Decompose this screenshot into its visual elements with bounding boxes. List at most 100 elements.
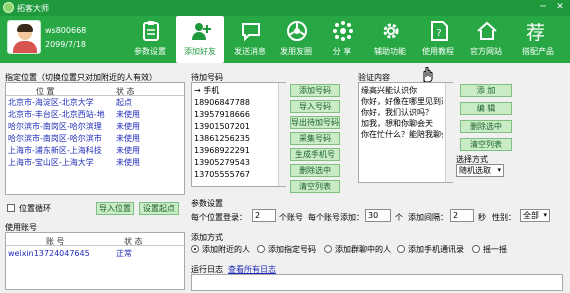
app-logo-icon — [3, 2, 14, 13]
gender-label: 性别： — [492, 213, 516, 222]
list-item[interactable]: 加我，想和你聊会天 — [361, 118, 443, 129]
title-bar: 拓客大师 ─ ✕ — [0, 0, 570, 16]
location-list[interactable]: 位 置 状 态 北京市-海淀区-北京大学 起点 北京市-丰台区-北京西站-地 未使用… — [5, 82, 185, 195]
radio-specified[interactable] — [257, 245, 265, 253]
import-location-button[interactable]: 导入位置 — [96, 202, 134, 215]
add-mode-options: 添加附近的人 添加指定号码 添加群聊中的人 添加手机通讯录 摇一摇 — [191, 243, 561, 255]
gender-select[interactable]: 全部 ▾ — [520, 209, 550, 222]
moments-icon — [287, 21, 307, 41]
per-account-input[interactable]: 30 — [365, 209, 391, 222]
pending-items: → 手机 18906847788 13957918666 13901507201… — [194, 85, 276, 181]
clipboard-icon — [143, 21, 159, 41]
table-row[interactable]: weixin13724047645 正常 — [8, 248, 182, 260]
location-rows: 北京市-海淀区-北京大学 起点 北京市-丰台区-北京西站-地 未使用 哈尔滨市-南岗… — [8, 97, 178, 169]
nav-label: 分 享 — [332, 47, 352, 56]
import-number-button[interactable]: 导入号码 — [290, 100, 340, 113]
nav-label: 使用教程 — [422, 47, 454, 56]
nav-send-message[interactable]: 发送消息 — [226, 16, 274, 63]
pending-scrollbar[interactable] — [278, 83, 286, 186]
table-row[interactable]: 哈尔滨市-南岗区-哈尔滨理 未使用 — [8, 121, 178, 133]
verify-scrollbar[interactable] — [445, 83, 453, 182]
list-item[interactable]: 缘高兴能认识你 — [361, 85, 443, 96]
accounts-list[interactable]: 账 号 状 态 weixin13724047645 正常 — [5, 232, 185, 290]
add-number-button[interactable]: 添加号码 — [290, 84, 340, 97]
add-verify-button[interactable]: 添 加 — [460, 84, 512, 97]
account-date: 2099/7/18 — [45, 40, 87, 49]
nav-label: 参数设置 — [134, 47, 166, 56]
window-title: 拓客大师 — [17, 4, 49, 13]
list-item[interactable]: 13905279543 — [194, 157, 276, 169]
location-loop-checkbox[interactable] — [7, 204, 15, 212]
minimize-button[interactable]: ─ — [537, 2, 549, 13]
nav-label: 搭配产品 — [522, 47, 554, 56]
per-account-unit: 个 — [395, 213, 403, 222]
radio-group[interactable] — [324, 245, 332, 253]
per-account-label: 每个账号添加： — [308, 213, 364, 222]
svg-text:?: ? — [436, 28, 441, 39]
list-item[interactable]: 13901507201 — [194, 121, 276, 133]
nav-label: 添加好友 — [184, 47, 216, 56]
header-toolbar: ws800668 2099/7/18 参数设置 添加好友 发送消息 发朋友圈 分… — [0, 16, 570, 63]
nav-tutorial[interactable]: ? 使用教程 — [414, 16, 462, 63]
share-icon — [333, 21, 353, 41]
list-item[interactable]: 18906847788 — [194, 97, 276, 109]
clear-verify-button[interactable]: 清空列表 — [460, 138, 512, 151]
delete-selected-button[interactable]: 删除选中 — [290, 164, 340, 177]
list-item[interactable]: 13957918666 — [194, 109, 276, 121]
gear-icon — [383, 23, 399, 39]
radio-shake[interactable] — [472, 245, 480, 253]
nav-official-site[interactable]: 官方网站 — [462, 16, 510, 63]
table-row[interactable]: 上海市-宝山区-上海大学 未使用 — [8, 157, 178, 169]
interval-label: 添加间隔： — [408, 213, 448, 222]
list-item[interactable]: 你在忙什么？能陪我聊会吗 — [361, 129, 443, 140]
nav-moments[interactable]: 发朋友圈 — [272, 16, 320, 63]
radio-contacts[interactable] — [397, 245, 405, 253]
per-location-label: 每个位置登录： — [191, 213, 247, 222]
home-icon — [477, 21, 497, 40]
set-start-button[interactable]: 设置起点 — [139, 202, 179, 215]
verify-list[interactable]: 缘高兴能认识你 你好，好像在哪里见到过你 你好，我们认识吗？ 加我，想和你聊会天… — [358, 82, 453, 183]
interval-input[interactable]: 2 — [450, 209, 474, 222]
location-loop-label: 位置循环 — [19, 204, 51, 213]
list-item[interactable]: 13861256235 — [194, 133, 276, 145]
nav-recommend[interactable]: 荐 搭配产品 — [514, 16, 562, 63]
cursor-hand-icon — [423, 67, 433, 83]
pending-list[interactable]: → 手机 18906847788 13957918666 13901507201… — [191, 82, 286, 187]
mode-select[interactable]: 随机选取 ▾ — [456, 164, 504, 177]
table-row[interactable]: 北京市-海淀区-北京大学 起点 — [8, 97, 178, 109]
nav-add-friend[interactable]: 添加好友 — [176, 16, 224, 63]
nav-share[interactable]: 分 享 — [318, 16, 366, 63]
list-item[interactable]: 你好，我们认识吗？ — [361, 107, 443, 118]
radio-label[interactable]: 添加手机通讯录 — [408, 244, 464, 255]
nav-assist[interactable]: 辅助功能 — [366, 16, 414, 63]
export-pending-button[interactable]: 导出待加号码 — [290, 116, 340, 129]
delete-verify-button[interactable]: 删除选中 — [460, 120, 512, 133]
list-item[interactable]: 你好，好像在哪里见到过你 — [361, 96, 443, 107]
account-name: ws800668 — [45, 26, 87, 35]
radio-label[interactable]: 添加附近的人 — [202, 244, 250, 255]
interval-unit: 秒 — [478, 213, 486, 222]
radio-label[interactable]: 添加指定号码 — [268, 244, 316, 255]
chat-icon — [242, 23, 260, 42]
clear-list-button[interactable]: 清空列表 — [290, 180, 340, 193]
radio-label[interactable]: 添加群聊中的人 — [335, 244, 391, 255]
edit-verify-button[interactable]: 编 辑 — [460, 102, 512, 115]
log-area[interactable] — [191, 274, 563, 291]
close-button[interactable]: ✕ — [554, 2, 566, 13]
per-location-input[interactable]: 2 — [252, 209, 276, 222]
nav-label: 发送消息 — [234, 47, 266, 56]
table-row[interactable]: 北京市-丰台区-北京西站-地 未使用 — [8, 109, 178, 121]
list-item[interactable]: 13705555767 — [194, 169, 276, 181]
table-row[interactable]: 哈尔滨市-南岗区-哈尔滨市 未使用 — [8, 133, 178, 145]
help-icon: ? — [431, 21, 448, 41]
params-title: 参数设置 — [191, 199, 223, 208]
generate-phone-button[interactable]: 生成手机号 — [290, 148, 340, 161]
list-item[interactable]: → 手机 — [194, 85, 276, 97]
radio-nearby[interactable] — [191, 245, 199, 253]
nav-param-settings[interactable]: 参数设置 — [126, 16, 174, 63]
collect-number-button[interactable]: 采集号码 — [290, 132, 340, 145]
table-row[interactable]: 上海市-浦东新区-上海科技 未使用 — [8, 145, 178, 157]
radio-label[interactable]: 摇一摇 — [483, 244, 507, 255]
list-item[interactable]: 13968922291 — [194, 145, 276, 157]
avatar[interactable] — [7, 20, 41, 54]
